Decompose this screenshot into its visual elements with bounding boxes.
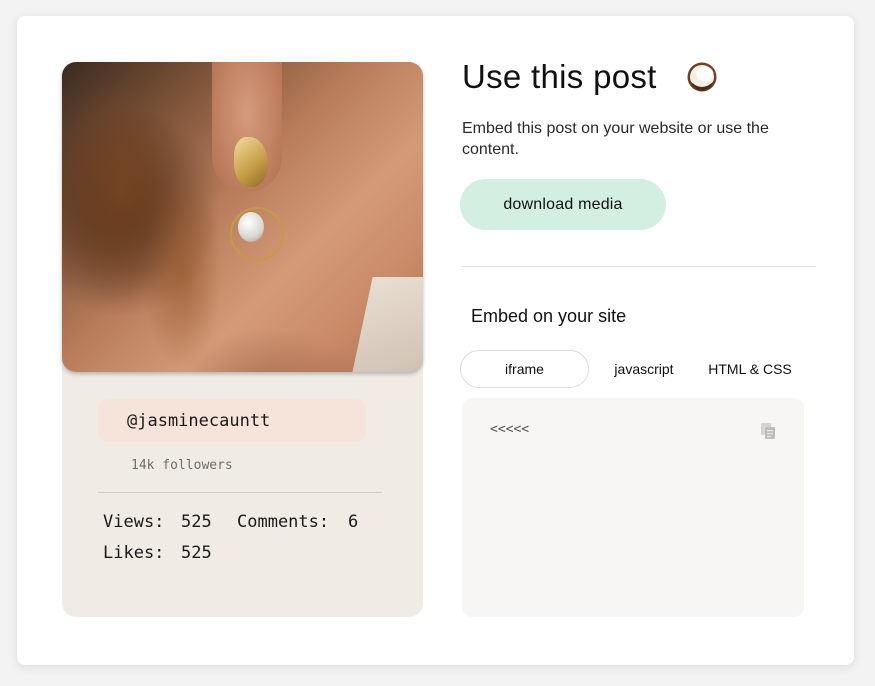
post-description: Embed this post on your website or use t… (462, 120, 769, 158)
download-media-button[interactable]: download media (460, 179, 666, 230)
stats-divider (98, 492, 382, 493)
coconut-icon (687, 62, 717, 92)
tab-javascript-label: javascript (614, 361, 674, 377)
shirt-shape (351, 277, 423, 372)
earring-shape (234, 137, 268, 187)
copy-icon[interactable] (760, 422, 776, 440)
author-handle[interactable]: @jasminecauntt (98, 399, 366, 442)
tab-iframe-label: iframe (505, 361, 544, 377)
page-title: Use this post (462, 58, 657, 95)
hair-shape (62, 62, 222, 372)
tab-html-css[interactable]: HTML & CSS (696, 350, 804, 388)
embed-code-text[interactable]: <<<<< (490, 422, 529, 437)
views-value: 525 (181, 512, 212, 532)
follower-count: 14k followers (131, 458, 233, 473)
likes-value: 525 (181, 543, 212, 563)
tab-javascript[interactable]: javascript (600, 350, 688, 388)
comments-label: Comments: (237, 512, 330, 532)
tab-iframe[interactable]: iframe (460, 350, 589, 388)
post-image[interactable] (62, 62, 423, 372)
embed-section-title: Embed on your site (471, 306, 627, 326)
comments-value: 6 (348, 512, 359, 532)
tab-html-css-label: HTML & CSS (708, 361, 792, 377)
views-label: Views: (103, 512, 165, 532)
pearl-shape (238, 212, 264, 242)
likes-label: Likes: (103, 543, 165, 563)
section-divider (461, 266, 816, 267)
author-handle-text: @jasminecauntt (127, 410, 271, 431)
